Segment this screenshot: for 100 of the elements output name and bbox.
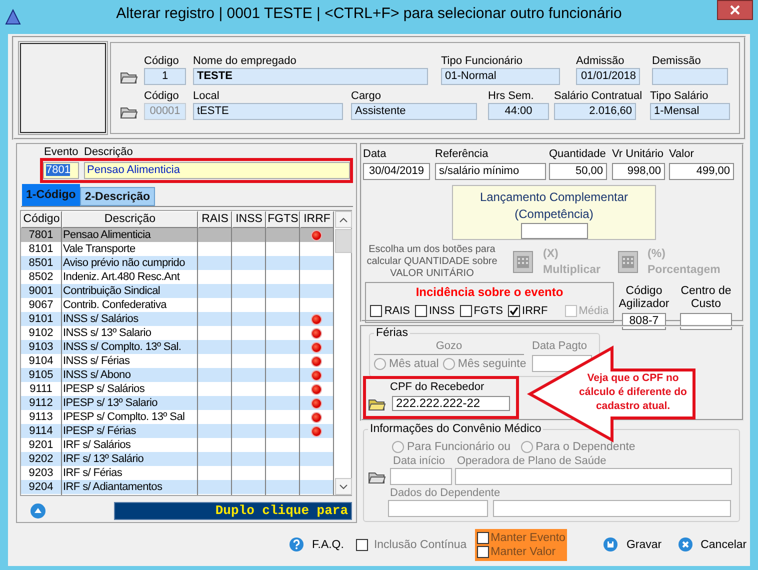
field-label: Nome do empregado — [193, 54, 296, 68]
table-cell: 9114 — [21, 424, 62, 438]
input-field[interactable]: 44:00 — [488, 103, 549, 120]
tab[interactable]: 1-Código — [22, 184, 80, 206]
folder-icon[interactable] — [120, 70, 138, 84]
save-button[interactable]: Gravar — [603, 537, 662, 552]
group-title: Férias — [375, 327, 409, 339]
field-label: Data início — [393, 455, 446, 467]
input-field[interactable] — [455, 468, 732, 485]
input-field[interactable]: 7801 — [43, 162, 79, 179]
field-label: Admissão — [576, 54, 624, 68]
table-row[interactable]: 9103 INSS s/ Complto. 13º Sal. — [21, 340, 334, 354]
app-icon — [5, 9, 21, 25]
annotation-text: Veja que o CPF no cálculo é diferente do cadastro atual. — [578, 371, 688, 413]
table-cell: Contribuição Sindical — [62, 284, 198, 298]
scrollbar-thumb[interactable] — [335, 229, 352, 253]
table-row[interactable]: 9114 IPESP s/ Férias — [21, 424, 334, 438]
table-cell: IPESP s/ 13º Salario — [62, 396, 198, 410]
field-label: Evento — [44, 146, 80, 158]
table-cell: 9001 — [21, 284, 62, 298]
panel-title: Lançamento Complementar — [480, 189, 628, 206]
table-row[interactable]: 9112 IPESP s/ 13º Salario — [21, 396, 334, 410]
table-cell: 9204 — [21, 480, 62, 494]
tab[interactable]: 2-Descrição — [80, 187, 156, 206]
checkbox[interactable]: INSS — [415, 305, 455, 317]
table-row[interactable]: 9001 Contribuição Sindical — [21, 284, 334, 298]
checkbox[interactable]: Inclusão Contínua — [356, 538, 467, 550]
hint-text: Escolha um dos botões para calcular QUANTIDADE sobre VALOR UNITÁRIO — [366, 244, 498, 280]
input-field[interactable]: 01-Normal — [441, 68, 560, 85]
input-field[interactable] — [388, 500, 488, 517]
input-field[interactable]: 1-Mensal — [650, 103, 730, 120]
panel-subtitle: (Competência) — [514, 206, 594, 223]
table-row[interactable]: 9101 INSS s/ Salários — [21, 312, 334, 326]
input-field[interactable]: 998,00 — [612, 163, 665, 180]
hint-banner: Duplo clique para — [114, 502, 352, 520]
folder-icon[interactable] — [120, 105, 138, 119]
input-field[interactable] — [652, 68, 728, 85]
field-label: Valor — [669, 147, 694, 161]
table-cell: 9103 — [21, 340, 62, 354]
field-label: Data — [363, 147, 386, 161]
table-cell: IRF s/ 13º Salário — [62, 452, 198, 466]
field-label: Tipo Salário — [650, 89, 708, 103]
input-field[interactable]: 01/01/2018 — [576, 68, 640, 85]
input-field[interactable]: 30/04/2019 — [363, 163, 430, 180]
scroll-down-button[interactable] — [335, 478, 352, 495]
table-cell: IRF s/ Adiantamentos — [62, 480, 198, 494]
faq-button[interactable]: F.A.Q. — [289, 537, 344, 552]
column-header[interactable]: INSS — [232, 211, 266, 228]
field-label: Salário Contratual — [554, 89, 642, 103]
checkbox[interactable]: FGTS — [460, 305, 504, 317]
table-cell: INSS s/ Salários — [62, 312, 198, 326]
table-row[interactable]: 8501 Aviso prévio não cumprido — [21, 256, 334, 270]
table-row[interactable]: 9202 IRF s/ 13º Salário — [21, 452, 334, 466]
table-row[interactable]: 9105 INSS s/ Abono — [21, 368, 334, 382]
field-label: CPF do Recebedor — [390, 380, 484, 394]
cancel-icon — [678, 537, 693, 552]
column-header[interactable]: Código — [21, 211, 62, 228]
field-label: Demissão — [652, 54, 701, 68]
help-icon — [289, 537, 304, 552]
input-field[interactable]: s/salário mínimo — [435, 163, 546, 180]
checkbox[interactable]: RAIS — [370, 305, 410, 317]
input-field[interactable]: Assistente — [351, 103, 477, 120]
input-field[interactable]: 499,00 — [669, 163, 734, 180]
input-field[interactable] — [493, 500, 731, 517]
cancel-button[interactable]: Cancelar — [678, 537, 747, 552]
table-cell: INSS s/ Abono — [62, 368, 198, 382]
field-label: Data Pagto — [532, 339, 588, 353]
table-cell: 9202 — [21, 452, 62, 466]
folder-icon[interactable] — [368, 470, 386, 484]
close-button[interactable] — [717, 0, 753, 20]
scroll-up-button[interactable] — [335, 211, 352, 228]
column-header[interactable]: IRRF — [300, 211, 334, 228]
column-header[interactable]: RAIS — [198, 211, 232, 228]
close-icon — [730, 5, 740, 15]
input-field[interactable]: TESTE — [193, 68, 428, 85]
floppy-icon — [603, 537, 618, 552]
table-row[interactable]: 9204 IRF s/ Adiantamentos — [21, 480, 334, 494]
input-field[interactable] — [520, 223, 588, 239]
checkbox[interactable]: IRRF — [508, 305, 548, 317]
table-row[interactable]: 7801 Pensao Alimenticia — [21, 228, 334, 242]
field-label: Código — [144, 89, 179, 103]
table-cell: IPESP s/ Férias — [62, 424, 198, 438]
field-label: Hrs Sem. — [488, 89, 534, 103]
input-field[interactable] — [390, 468, 452, 485]
column-header[interactable]: FGTS — [266, 211, 300, 228]
table-cell: Pensao Alimenticia — [62, 228, 198, 242]
field-label: Quantidade — [549, 147, 606, 161]
input-field[interactable]: 2.016,60 — [554, 103, 636, 120]
input-field[interactable]: 222.222.222-22 — [392, 396, 510, 411]
input-field[interactable]: 1 — [144, 68, 186, 85]
chevron-up-icon — [339, 216, 348, 222]
input-field[interactable]: tESTE — [193, 103, 343, 120]
field-label: Descrição — [84, 146, 133, 158]
input-field[interactable]: 50,00 — [549, 163, 607, 180]
field-label: Local — [193, 89, 220, 103]
column-header[interactable]: Descrição — [62, 211, 198, 228]
scroll-up-button[interactable] — [30, 503, 46, 519]
table-cell: 9112 — [21, 396, 62, 410]
folder-icon[interactable] — [368, 396, 386, 410]
input-field[interactable]: Pensao Alimenticia — [84, 162, 350, 179]
